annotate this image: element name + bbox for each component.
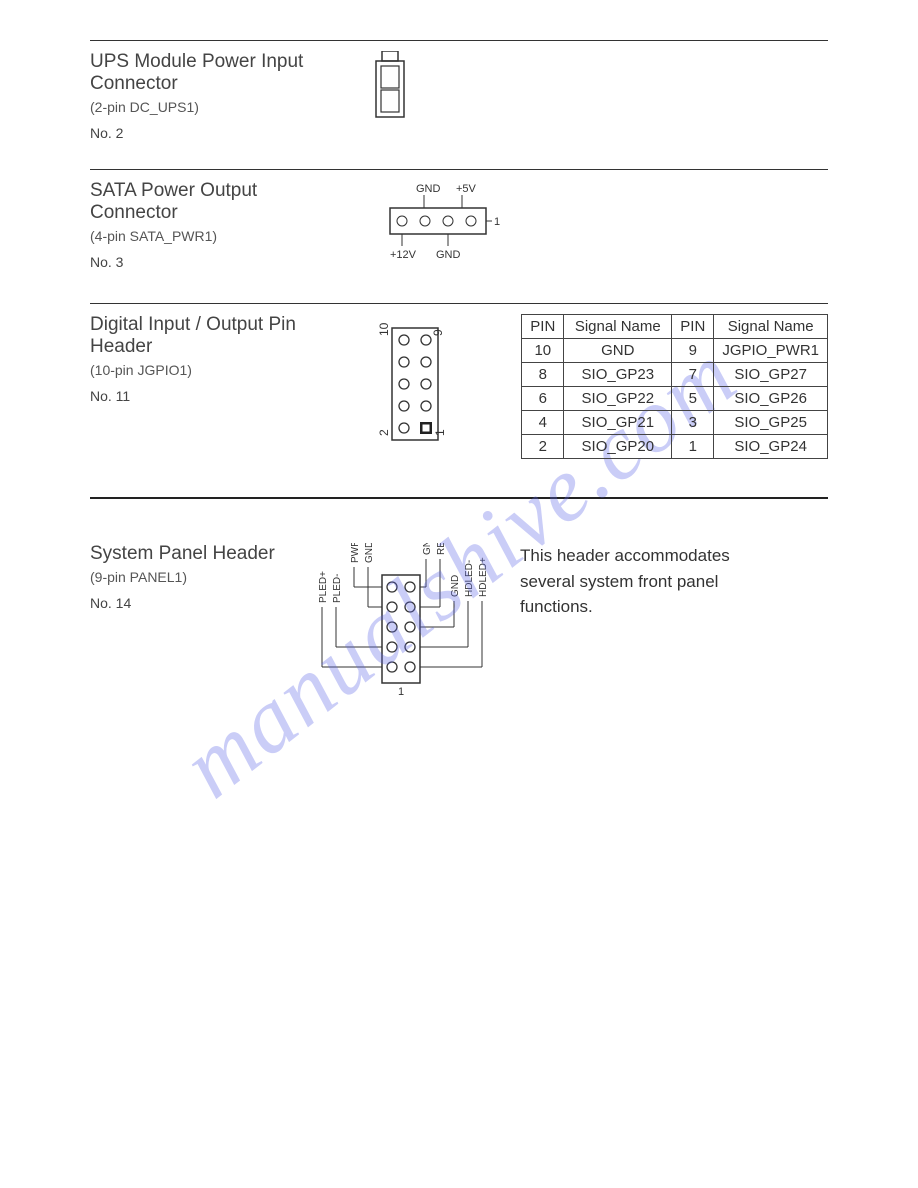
sata-label-gnd-bot: GND [436,249,461,261]
sata-connector-diagram: GND +5V 1 +12V GND [370,180,540,275]
panel-lbl-pled-minus: PLED- [332,574,343,603]
panel-lbl-hdled-plus: HDLED+ [478,557,489,597]
gpio-diag-10: 10 [377,322,391,336]
gpio-sub: (10-pin JGPIO1) [90,362,350,378]
panel-header-diagram: PWRBTN# GND PLED- PLED+ GND RESET# GND H… [310,543,500,708]
sata-label-pin1: 1 [494,216,500,228]
gpio-diag-2: 2 [377,429,391,436]
ups-sub: (2-pin DC_UPS1) [90,99,350,115]
sata-no: No. 3 [90,254,350,270]
section-panel: System Panel Header (9-pin PANEL1) No. 1… [90,499,828,708]
table-row: 10 GND 9 JGPIO_PWR1 [522,339,828,363]
panel-no: No. 14 [90,595,290,611]
panel-sub: (9-pin PANEL1) [90,569,290,585]
gpio-th-sig-a: Signal Name [564,315,672,339]
ups-no: No. 2 [90,125,350,141]
gpio-pin-table: PIN Signal Name PIN Signal Name 10 GND 9… [521,314,828,459]
gpio-th-sig-b: Signal Name [714,315,828,339]
ups-title: UPS Module Power Input Connector [90,51,350,95]
sata-title: SATA Power Output Connector [90,180,350,224]
table-row: 2 SIO_GP20 1 SIO_GP24 [522,435,828,459]
panel-description: This header accommodates several system … [520,543,750,620]
sata-label-5v: +5V [456,183,477,195]
gpio-header-diagram: 10 9 2 1 [360,314,470,459]
panel-lbl-gnd-l: GND [364,543,375,563]
gpio-th-pin-a: PIN [522,315,564,339]
sata-label-12v: +12V [390,249,417,261]
sata-sub: (4-pin SATA_PWR1) [90,228,350,244]
section-sata: SATA Power Output Connector (4-pin SATA_… [90,169,828,303]
table-row: 4 SIO_GP21 3 SIO_GP25 [522,411,828,435]
panel-lbl-pled-plus: PLED+ [318,571,329,603]
panel-lbl-gnd-r1: GND [422,543,433,555]
gpio-th-pin-b: PIN [672,315,714,339]
ups-connector-diagram [370,51,410,126]
panel-lbl-gnd-r2: GND [450,575,461,597]
panel-lbl-hdled-minus: HDLED- [464,560,475,597]
table-row: 8 SIO_GP23 7 SIO_GP27 [522,363,828,387]
section-ups: UPS Module Power Input Connector (2-pin … [90,40,828,169]
panel-lbl-reset: RESET# [436,543,447,555]
panel-lbl-pwrbtn: PWRBTN# [350,543,361,563]
section-gpio: Digital Input / Output Pin Header (10-pi… [90,303,828,487]
gpio-diag-1: 1 [433,429,447,436]
gpio-title: Digital Input / Output Pin Header [90,314,350,358]
panel-lbl-pin1: 1 [398,686,404,698]
panel-title: System Panel Header [90,543,290,565]
gpio-no: No. 11 [90,388,350,404]
table-row: 6 SIO_GP22 5 SIO_GP26 [522,387,828,411]
sata-label-gnd-top: GND [416,183,441,195]
